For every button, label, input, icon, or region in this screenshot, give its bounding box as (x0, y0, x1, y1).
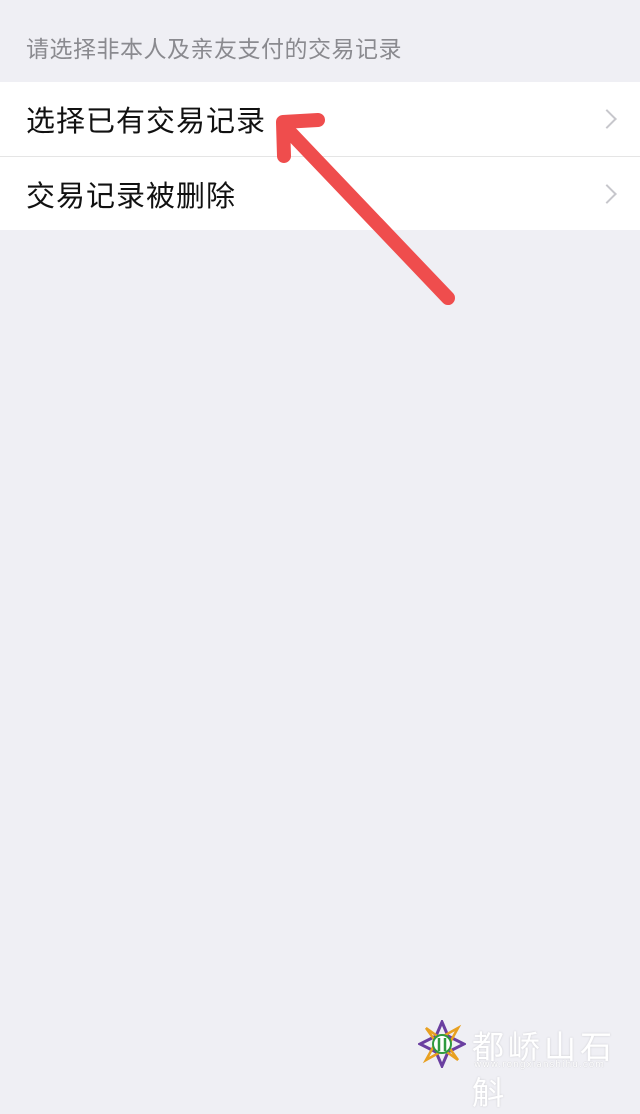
section-header-text: 请选择非本人及亲友支付的交易记录 (26, 37, 402, 63)
list-item-label: 交易记录被删除 (26, 178, 237, 213)
watermark-url: www.rongxianshihu.com (474, 1060, 605, 1070)
chevron-right-icon (597, 183, 617, 204)
section-header: 请选择非本人及亲友支付的交易记录 (0, 0, 640, 82)
list-item-record-deleted[interactable]: 交易记录被删除 (0, 156, 640, 230)
list-item-label: 选择已有交易记录 (26, 104, 267, 138)
watermark-logo-icon (418, 1020, 466, 1068)
list-item-select-existing-record[interactable]: 选择已有交易记录 (0, 82, 640, 156)
option-list: 选择已有交易记录 交易记录被删除 (0, 82, 640, 230)
chevron-right-icon (597, 109, 617, 129)
watermark: 都峤山石斛 www.rongxianshihu.com (418, 1018, 638, 1112)
